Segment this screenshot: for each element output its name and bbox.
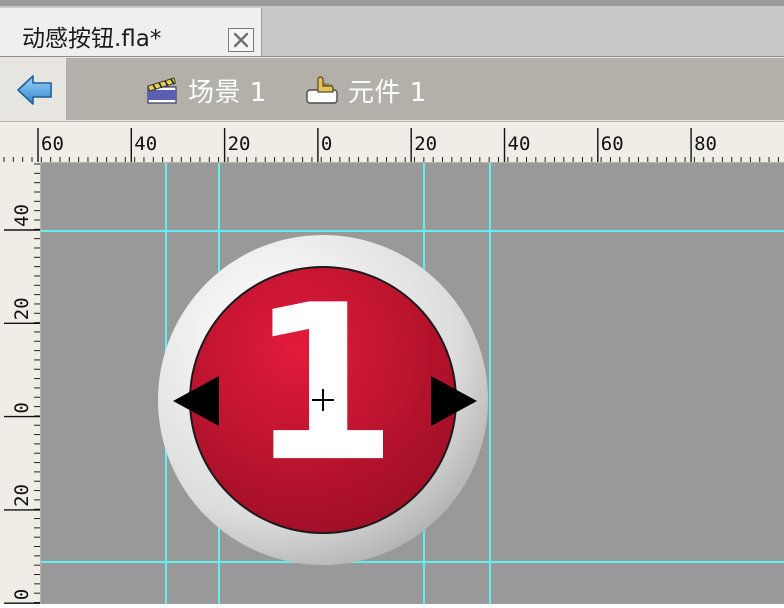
document-tab-title: 动感按钮.fla* [22,26,162,52]
ruler-tick-label: 60 [601,133,624,155]
button-symbol[interactable]: 1 [41,163,784,604]
ruler-tick-label: 0 [321,133,332,155]
breadcrumb-symbol-label: 元件 1 [348,77,427,108]
stage-canvas[interactable]: 1 [41,163,784,604]
horizontal-ruler[interactable]: 60 40 20 0 20 40 60 80 [0,122,784,163]
ruler-tick-label: 0 [11,402,33,413]
ruler-tick-label: 40 [11,204,33,227]
breadcrumb: 场景 1 元件 1 [66,58,784,120]
tab-bar-edge [0,0,784,6]
breadcrumb-symbol[interactable]: 元件 1 [304,74,427,108]
close-x-icon [233,32,249,48]
ruler-tick-label: 40 [134,133,157,155]
ruler-tick-label: 80 [694,133,717,155]
breadcrumb-scene-label: 场景 1 [188,77,267,108]
document-tab-bar: 动感按钮.fla* [0,0,784,57]
horizontal-ruler-ticks: 60 40 20 0 20 40 60 80 [3,128,779,162]
back-button[interactable] [14,71,56,109]
scene-clapperboard-icon [147,77,177,104]
ruler-tick-label: 20 [11,297,33,320]
breadcrumb-scene[interactable]: 场景 1 [144,74,267,108]
ruler-tick-label: 60 [41,133,64,155]
vertical-ruler[interactable]: 40 20 0 20 0 [0,162,41,604]
edit-bar: 场景 1 元件 1 [0,57,784,122]
document-tab[interactable]: 动感按钮.fla* [0,8,262,56]
ruler-tick-label: 20 [414,133,437,155]
ruler-tick-label: 20 [228,133,251,155]
ruler-tick-label: 20 [11,484,33,507]
ruler-tick-label: 0 [11,589,33,600]
button-number: 1 [248,258,398,509]
ruler-tick-label: 40 [508,133,531,155]
back-arrow-icon [17,75,52,105]
vertical-ruler-ticks: 40 20 0 20 0 [4,163,40,604]
close-tab-button[interactable] [228,28,254,52]
button-symbol-icon [306,76,338,104]
